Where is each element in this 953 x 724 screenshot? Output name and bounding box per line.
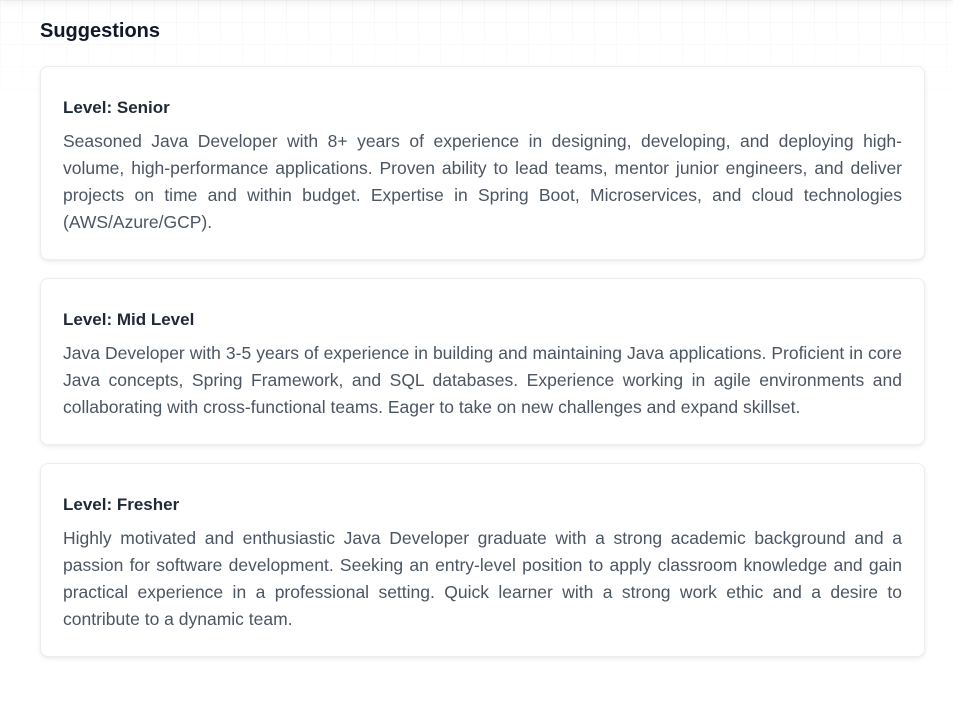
suggestion-text: Java Developer with 3-5 years of experie… <box>63 343 902 417</box>
suggestion-card-fresher[interactable]: Level: Fresher Highly motivated and enth… <box>40 463 925 657</box>
suggestions-panel: Suggestions Level: Senior Seasoned Java … <box>0 0 953 657</box>
suggestion-level: Level: Senior <box>63 98 170 117</box>
suggestion-text: Highly motivated and enthusiastic Java D… <box>63 528 902 629</box>
suggestion-card-mid-level[interactable]: Level: Mid Level Java Developer with 3-5… <box>40 278 925 445</box>
suggestion-level: Level: Mid Level <box>63 310 195 329</box>
section-title: Suggestions <box>40 20 161 42</box>
suggestion-level: Level: Fresher <box>63 495 180 514</box>
suggestion-card-senior[interactable]: Level: Senior Seasoned Java Developer wi… <box>40 66 925 260</box>
suggestion-text: Seasoned Java Developer with 8+ years of… <box>63 131 902 232</box>
